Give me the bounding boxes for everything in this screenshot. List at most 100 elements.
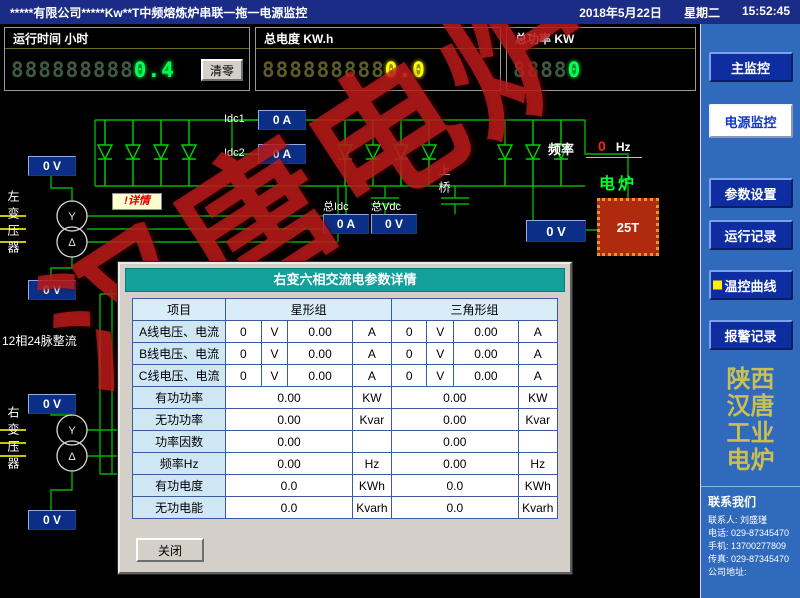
nav-alarm-records[interactable]: 报警记录 xyxy=(709,320,793,350)
meter-row: 运行时间 小时 8888888880.4 清零 总电度 KW.h 8888888… xyxy=(0,24,700,94)
contact-address: 公司地址: xyxy=(708,566,793,579)
table-row: 有功功率 0.00 KW 0.00 KW xyxy=(133,387,558,409)
params-table: 项目 星形组 三角形组 A线电压、电流 0 V 0.00 A 0 V 0.00 … xyxy=(132,298,558,519)
param-unit-cell: V xyxy=(261,321,288,343)
table-row: A线电压、电流 0 V 0.00 A 0 V 0.00 A xyxy=(133,321,558,343)
idc1-label: Idc1 xyxy=(224,113,245,125)
hmi-screen: *****有限公司*****Kw**T中频熔炼炉串联一拖一电源监控 2018年5… xyxy=(0,0,800,598)
param-value-cell: 0.00 xyxy=(226,387,352,409)
col-header-star: 星形组 xyxy=(226,299,392,321)
param-value-cell: 0.00 xyxy=(288,321,352,343)
nav-parameter-settings[interactable]: 参数设置 xyxy=(709,178,793,208)
param-label-cell: 无功功率 xyxy=(133,409,226,431)
delta-winding-symbol: Δ xyxy=(68,451,76,463)
param-value-cell: 0 xyxy=(392,321,427,343)
table-row: 功率因数 0.00 0.00 xyxy=(133,431,558,453)
param-unit-cell: V xyxy=(427,365,454,387)
param-value-cell: 0.0 xyxy=(392,497,518,519)
table-row: 无功电能 0.0 Kvarh 0.0 Kvarh xyxy=(133,497,558,519)
energy-meter-label: 总电度 KW.h xyxy=(264,30,333,47)
furnace-icon: 25T xyxy=(597,198,659,256)
clear-runtime-button[interactable]: 清零 xyxy=(201,59,243,81)
contact-title: 联系我们 xyxy=(708,493,793,510)
total-idc-readout: 0 A xyxy=(323,214,369,234)
param-unit-cell: Hz xyxy=(352,453,391,475)
upper-bridge-label: 上桥 xyxy=(436,164,453,216)
param-unit-cell xyxy=(518,431,557,453)
param-value-cell: 0.00 xyxy=(392,453,518,475)
param-unit-cell: V xyxy=(427,343,454,365)
brand-text: 陕西 汉唐 工业 电炉 xyxy=(727,366,775,474)
brand-line: 汉唐 xyxy=(727,393,775,420)
idc2-readout: 0 A xyxy=(258,144,306,164)
contact-mobile: 手机: 13700277809 xyxy=(708,540,793,553)
star-winding-symbol: Y xyxy=(68,211,76,223)
rectifier-mode-label: 12相24脉整流 xyxy=(2,332,77,349)
left-voltage-readout-1: 0 V xyxy=(28,156,76,176)
close-dialog-button[interactable]: 关闭 xyxy=(136,538,204,562)
nav-power-monitor[interactable]: 电源监控 xyxy=(709,104,793,138)
param-value-cell: 0.00 xyxy=(288,365,352,387)
energy-led-ghost: 888888888 xyxy=(262,58,385,82)
title-bar: *****有限公司*****Kw**T中频熔炼炉串联一拖一电源监控 2018年5… xyxy=(0,0,800,24)
param-value-cell: 0.0 xyxy=(392,475,518,497)
param-unit-cell: KWh xyxy=(352,475,391,497)
contact-phone: 电话: 029-87345470 xyxy=(708,527,793,540)
table-header-row: 项目 星形组 三角形组 xyxy=(133,299,558,321)
params-dialog: 右变六相交流电参数详情 项目 星形组 三角形组 A线电压、电流 0 V 0.00… xyxy=(118,262,572,574)
param-unit-cell: KW xyxy=(518,387,557,409)
param-unit-cell: KW xyxy=(352,387,391,409)
frequency-label: 频率 xyxy=(548,139,574,158)
param-unit-cell: A xyxy=(518,343,557,365)
right-voltage-readout: 0 V xyxy=(526,220,586,242)
param-value-cell: 0 xyxy=(226,365,261,387)
left-transformer-label: 左变压器 xyxy=(5,190,22,276)
frequency-readout: 频率 0 Hz xyxy=(548,138,642,158)
contact-fax: 传真: 029-87345470 xyxy=(708,553,793,566)
clock-display: 15:52:45 xyxy=(742,4,790,21)
indicator-square-icon xyxy=(713,281,722,290)
param-unit-cell: A xyxy=(518,321,557,343)
param-unit-cell: A xyxy=(352,365,391,387)
contact-block: 联系我们 联系人: 刘盛瑾 电话: 029-87345470 手机: 13700… xyxy=(701,486,800,585)
param-value-cell: 0 xyxy=(392,365,427,387)
nav-operation-records[interactable]: 运行记录 xyxy=(709,220,793,250)
param-label-cell: 有功功率 xyxy=(133,387,226,409)
brand-line: 电炉 xyxy=(727,447,775,474)
power-meter-label: 总功率 KW xyxy=(515,30,574,47)
param-value-cell: 0 xyxy=(392,343,427,365)
left-voltage-readout-2: 0 V xyxy=(28,280,76,300)
param-unit-cell: Kvar xyxy=(518,409,557,431)
param-value-cell: 0.00 xyxy=(226,409,352,431)
power-meter-panel: 总功率 KW 88880 xyxy=(506,27,696,91)
param-value-cell: 0.00 xyxy=(454,321,518,343)
table-row: 有功电度 0.0 KWh 0.0 KWh xyxy=(133,475,558,497)
delta-winding-symbol: Δ xyxy=(68,237,76,249)
energy-led-value: 0.0 xyxy=(385,58,426,82)
param-unit-cell: V xyxy=(427,321,454,343)
nav-temperature-curve-label: 温控曲线 xyxy=(724,276,776,295)
param-unit-cell: Kvarh xyxy=(352,497,391,519)
param-unit-cell: Hz xyxy=(518,453,557,475)
runtime-meter-panel: 运行时间 小时 8888888880.4 清零 xyxy=(4,27,250,91)
details-button[interactable]: !详情 xyxy=(112,193,162,210)
frequency-value: 0 xyxy=(598,138,606,154)
param-value-cell: 0 xyxy=(226,321,261,343)
nav-main-monitor[interactable]: 主监控 xyxy=(709,52,793,82)
param-value-cell: 0.00 xyxy=(392,409,518,431)
nav-temperature-curve[interactable]: 温控曲线 xyxy=(709,270,793,300)
table-row: C线电压、电流 0 V 0.00 A 0 V 0.00 A xyxy=(133,365,558,387)
param-label-cell: 有功电度 xyxy=(133,475,226,497)
param-unit-cell xyxy=(352,431,391,453)
param-label-cell: 功率因数 xyxy=(133,431,226,453)
total-vdc-readout: 0 V xyxy=(371,214,417,234)
param-unit-cell: V xyxy=(261,365,288,387)
param-value-cell: 0.00 xyxy=(454,365,518,387)
date-display: 2018年5月22日 xyxy=(579,4,662,21)
param-label-cell: 频率Hz xyxy=(133,453,226,475)
table-row: 无功功率 0.00 Kvar 0.00 Kvar xyxy=(133,409,558,431)
window-title: *****有限公司*****Kw**T中频熔炼炉串联一拖一电源监控 xyxy=(10,4,579,21)
left-voltage-readout-4: 0 V xyxy=(28,510,76,530)
runtime-led-value: 0.4 xyxy=(134,58,175,82)
runtime-led-ghost: 888888888 xyxy=(11,58,134,82)
